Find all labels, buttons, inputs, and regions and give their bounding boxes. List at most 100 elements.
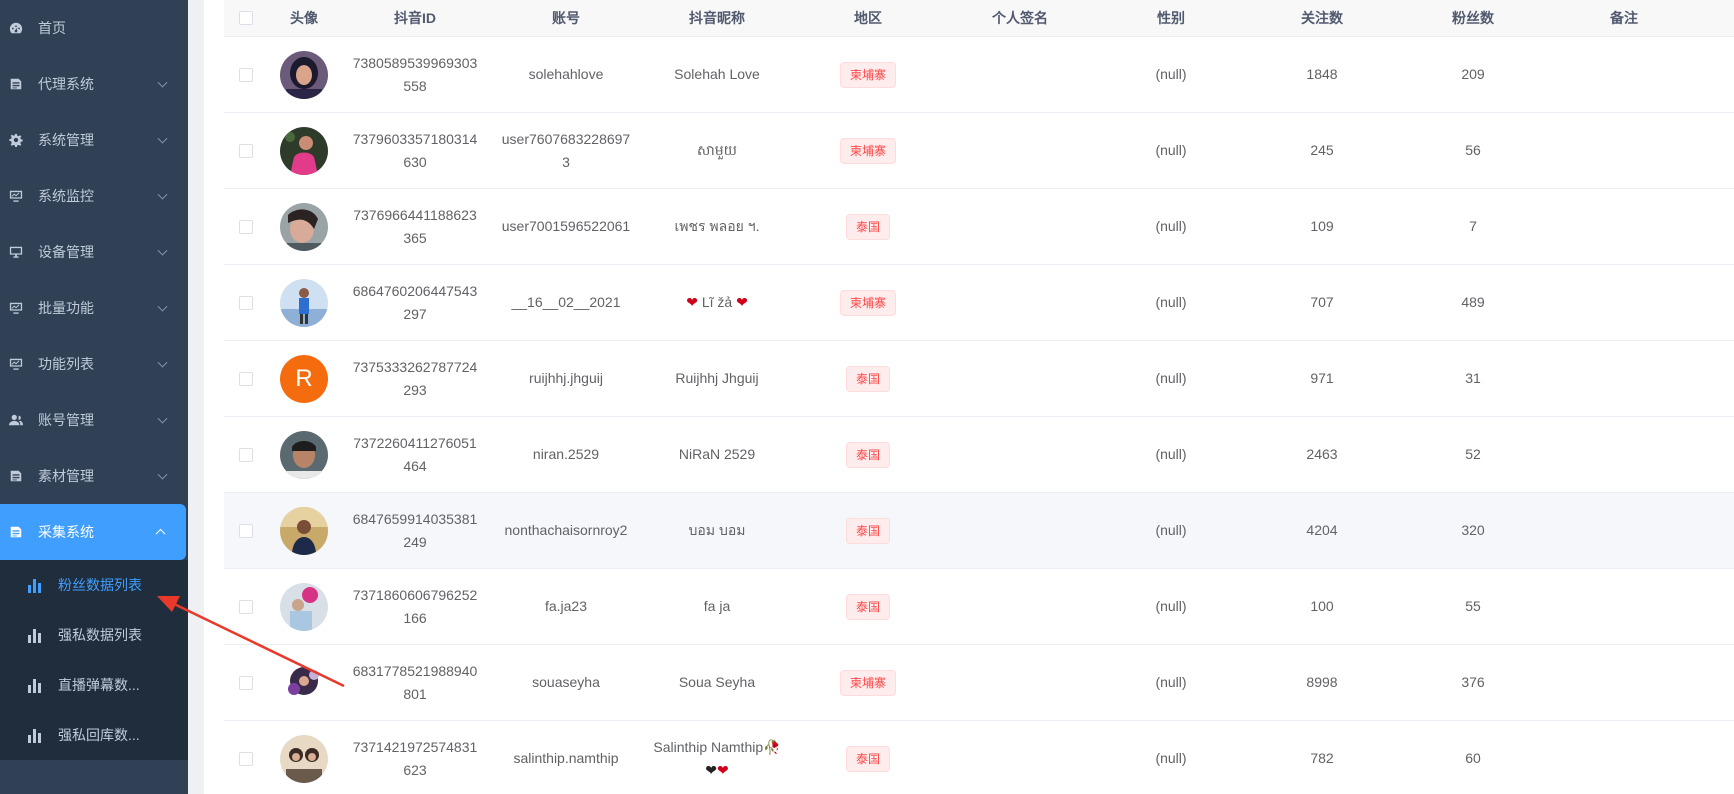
avatar[interactable] — [280, 126, 328, 175]
row-checkbox[interactable] — [239, 447, 253, 462]
fans-cell: 320 — [1461, 522, 1485, 538]
monitor-icon — [8, 244, 24, 260]
avatar[interactable] — [280, 202, 328, 251]
following-cell: 4204 — [1306, 522, 1338, 538]
nickname-cell: Solehah Love — [674, 66, 760, 82]
avatar[interactable] — [280, 430, 328, 479]
fans-cell: 55 — [1465, 598, 1481, 614]
submenu-item-live-danmaku[interactable]: 直播弹幕数... — [0, 660, 188, 710]
avatar-cell — [268, 734, 340, 783]
sidebar-item-materials[interactable]: 素材管理 — [0, 448, 188, 504]
header-nickname[interactable]: 抖音昵称 — [642, 8, 792, 28]
douyin-id-cell: 7371860606796252166 — [352, 586, 478, 626]
gender-cell: (null) — [1155, 66, 1187, 82]
submenu-item-private-data[interactable]: 强私数据列表 — [0, 610, 188, 660]
sidebar-item-functions[interactable]: 功能列表 — [0, 336, 188, 392]
chevron-down-icon — [157, 189, 168, 200]
nickname-cell: NiRaN 2529 — [678, 446, 756, 462]
header-avatar[interactable]: 头像 — [268, 8, 340, 28]
sidebar-item-label: 账号管理 — [38, 412, 94, 428]
douyin-id-cell: 6864760206447543297 — [352, 282, 478, 322]
account-cell: souaseyha — [532, 674, 600, 690]
header-gender[interactable]: 性别 — [1096, 8, 1246, 28]
row-checkbox[interactable] — [239, 219, 253, 234]
header-following[interactable]: 关注数 — [1246, 8, 1398, 28]
table-row[interactable]: 6864760206447543297 __16__02__2021 ❤ Lĩ … — [224, 265, 1734, 341]
avatar[interactable] — [280, 582, 328, 631]
gender-cell: (null) — [1155, 218, 1187, 234]
sidebar-item-agent[interactable]: 代理系统 — [0, 56, 188, 112]
header-douyin-id[interactable]: 抖音ID — [340, 8, 490, 28]
nickname-cell: fa ja — [703, 598, 731, 614]
sidebar-item-home[interactable]: 首页 — [0, 0, 188, 56]
header-signature[interactable]: 个人签名 — [944, 8, 1096, 28]
submenu-item-label: 强私回库数... — [58, 727, 140, 743]
table-row[interactable]: 7371860606796252166 fa.ja23 fa ja 泰国 (nu… — [224, 569, 1734, 645]
table-row[interactable]: 7376966441188623365 user7001596522061 เพ… — [224, 189, 1734, 265]
table-row[interactable]: R 7375333262787724293 ruijhhj.jhguij Rui… — [224, 341, 1734, 417]
row-checkbox[interactable] — [239, 371, 253, 386]
avatar[interactable] — [280, 50, 328, 99]
nickname-cell: บอม บอม — [688, 522, 746, 538]
avatar-cell: R — [268, 354, 340, 403]
sidebar-item-batch[interactable]: 批量功能 — [0, 280, 188, 336]
region-tag: 泰国 — [845, 593, 890, 620]
region-tag: 柬埔寨 — [839, 289, 896, 316]
douyin-id-cell: 7380589539969303558 — [352, 54, 478, 94]
row-checkbox[interactable] — [239, 67, 253, 82]
chevron-down-icon — [157, 77, 168, 88]
header-note[interactable]: 备注 — [1548, 8, 1700, 28]
row-checkbox[interactable] — [239, 143, 253, 158]
sidebar-item-monitor[interactable]: 系统监控 — [0, 168, 188, 224]
sidebar-item-label: 采集系统 — [38, 524, 94, 540]
bar-chart-icon — [28, 577, 44, 593]
dashboard-icon — [8, 20, 24, 36]
gender-cell: (null) — [1155, 598, 1187, 614]
sidebar-item-system[interactable]: 系统管理 — [0, 112, 188, 168]
region-cell: 泰国 — [792, 441, 944, 468]
sidebar-item-label: 素材管理 — [38, 468, 94, 484]
monitor-icon — [8, 188, 24, 204]
douyin-id-cell: 6847659914035381249 — [352, 510, 478, 550]
region-tag: 柬埔寨 — [839, 137, 896, 164]
row-checkbox[interactable] — [239, 675, 253, 690]
table-row[interactable]: 6831778521988940801 souaseyha Soua Seyha… — [224, 645, 1734, 721]
gender-cell: (null) — [1155, 522, 1187, 538]
table-row[interactable]: 7372260411276051464 niran.2529 NiRaN 252… — [224, 417, 1734, 493]
fans-cell: 7 — [1469, 218, 1477, 234]
fans-cell: 60 — [1465, 750, 1481, 766]
header-fans[interactable]: 粉丝数 — [1398, 8, 1548, 28]
avatar-cell — [268, 126, 340, 175]
document-icon — [8, 524, 24, 540]
row-checkbox[interactable] — [239, 599, 253, 614]
row-select-cell — [224, 523, 268, 538]
header-account[interactable]: 账号 — [490, 8, 642, 28]
avatar[interactable] — [280, 658, 328, 707]
sidebar-item-device[interactable]: 设备管理 — [0, 224, 188, 280]
row-checkbox[interactable] — [239, 751, 253, 766]
following-cell: 1848 — [1306, 66, 1338, 82]
avatar[interactable] — [280, 506, 328, 555]
avatar[interactable] — [280, 734, 328, 783]
gender-cell: (null) — [1155, 750, 1187, 766]
document-icon — [8, 468, 24, 484]
select-all-checkbox[interactable] — [239, 11, 253, 25]
avatar[interactable] — [280, 278, 328, 327]
table-row[interactable]: 6847659914035381249 nonthachaisornroy2 บ… — [224, 493, 1734, 569]
account-cell: __16__02__2021 — [511, 294, 621, 310]
avatar[interactable]: R — [280, 354, 328, 403]
row-checkbox[interactable] — [239, 295, 253, 310]
following-cell: 100 — [1310, 598, 1334, 614]
row-checkbox[interactable] — [239, 523, 253, 538]
sidebar-item-collection[interactable]: 采集系统 — [0, 504, 186, 560]
sidebar-item-accounts[interactable]: 账号管理 — [0, 392, 188, 448]
submenu-item-private-return[interactable]: 强私回库数... — [0, 710, 188, 760]
submenu-item-fan-data[interactable]: 粉丝数据列表 — [0, 560, 188, 610]
douyin-id-cell: 7372260411276051464 — [353, 434, 477, 474]
sidebar: 首页 代理系统 系统管理 系统监控 设备管理 批量功能 功能列表 账号管理 素材… — [0, 0, 188, 794]
table-row[interactable]: 7379603357180314630 user76076832286973 ស… — [224, 113, 1734, 189]
table-row[interactable]: 7380589539969303558 solehahlove Solehah … — [224, 37, 1734, 113]
header-region[interactable]: 地区 — [792, 8, 944, 28]
chevron-down-icon — [157, 133, 168, 144]
table-row[interactable]: 7371421972574831623 salinthip.namthip Sa… — [224, 721, 1734, 794]
